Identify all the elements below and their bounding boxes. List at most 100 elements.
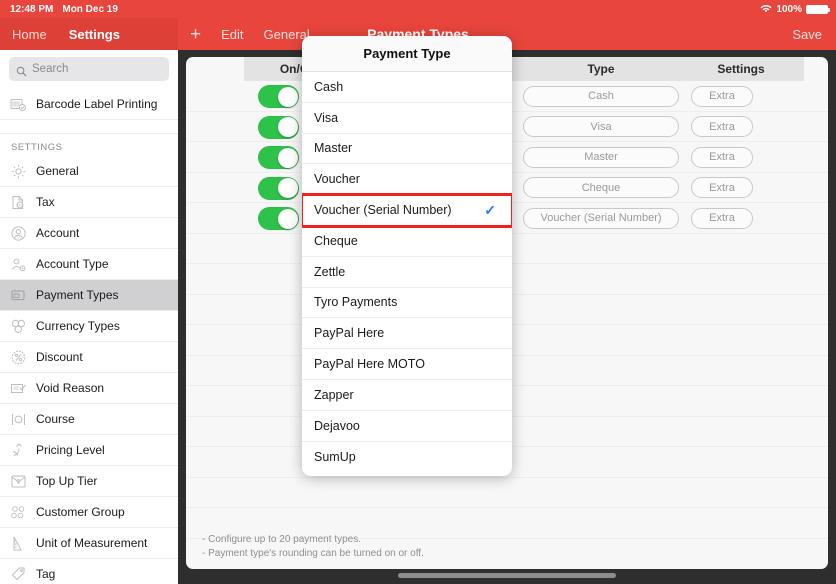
price-arrow-icon (10, 442, 27, 459)
sidebar-item-label: Barcode Label Printing (36, 97, 158, 111)
checkmark-icon: ✓ (484, 201, 496, 218)
modal-option-list: Cash Visa Master Voucher Voucher (Serial Num… (302, 72, 512, 472)
sidebar-item-top-up-tier[interactable]: $ Top Up Tier (0, 466, 178, 497)
type-button[interactable]: Master (523, 146, 679, 168)
modal-option[interactable]: PayPal Here MOTO (302, 349, 512, 380)
sidebar-item-void-reason[interactable]: Void Reason (0, 373, 178, 404)
modal-option[interactable]: Master (302, 134, 512, 165)
sidebar-item-label: Account (36, 226, 80, 240)
save-button[interactable]: Save (792, 18, 822, 50)
coins-icon (10, 318, 27, 335)
modal-option[interactable]: PayPal Here (302, 318, 512, 350)
modal-option[interactable]: Cheque (302, 226, 512, 257)
settings-extra-label: Extra (691, 207, 753, 229)
onoff-toggle[interactable] (258, 146, 299, 169)
modal-option[interactable]: Voucher (302, 164, 512, 196)
modal-option[interactable]: Voucher (Serial Number) ✓ (302, 193, 512, 228)
modal-option[interactable]: Zettle (302, 257, 512, 288)
sidebar-item-label: Account Type (36, 257, 109, 271)
onoff-toggle[interactable] (258, 115, 299, 139)
modal-option[interactable]: Zapper (302, 380, 512, 411)
onoff-toggle[interactable] (258, 176, 299, 200)
type-button-label: Cash (523, 85, 679, 107)
modal-option-label: PayPal Here MOTO (314, 357, 425, 372)
sidebar-item-tax[interactable]: TAX Tax (0, 187, 178, 218)
sidebar: Search Barcode Label Printing SETTINGS G… (0, 50, 178, 584)
percent-badge-icon (10, 349, 27, 366)
search-placeholder: Search (32, 63, 69, 75)
sidebar-item-customer-group[interactable]: Customer Group (0, 497, 178, 528)
type-button-label: Voucher (Serial Number) (523, 207, 679, 229)
footer-note-line-1: - Configure up to 20 payment types. (202, 534, 361, 545)
sidebar-item-pricing-level[interactable]: Pricing Level (0, 435, 178, 466)
sidebar-item-label: Payment Types (36, 288, 119, 302)
settings-extra-button[interactable]: Extra (691, 146, 753, 168)
sidebar-item-currency-types[interactable]: Currency Types (0, 311, 178, 342)
sidebar-item-account-type[interactable]: Account Type (0, 249, 178, 280)
tag-icon (10, 566, 27, 583)
settings-extra-button[interactable]: Extra (691, 116, 753, 137)
sidebar-item-tag[interactable]: Tag (0, 559, 178, 584)
sidebar-item-discount[interactable]: Discount (0, 342, 178, 373)
column-header-type: Type (587, 62, 615, 76)
sidebar-item-unit-of-measurement[interactable]: Unit of Measurement (0, 528, 178, 559)
settings-extra-button[interactable]: Extra (691, 207, 753, 229)
payment-type-modal: Payment Type Cash Visa Master Voucher Vouche… (302, 36, 512, 476)
search-input[interactable]: Search (9, 57, 169, 81)
sidebar-item-label: Discount (36, 350, 83, 364)
modal-option-label: Dejavoo (314, 418, 360, 433)
modal-option-label: Master (314, 141, 353, 156)
barcode-label-icon (10, 96, 27, 113)
settings-extra-button[interactable]: Extra (691, 177, 753, 198)
modal-option[interactable]: Visa (302, 103, 512, 134)
type-button[interactable]: Cash (523, 85, 679, 107)
credit-card-icon (10, 287, 27, 304)
status-time: 12:48 PM (10, 3, 54, 15)
people-group-icon (10, 504, 27, 521)
nav-settings-title: Settings (68, 26, 120, 42)
type-button[interactable]: Cheque (523, 177, 679, 198)
modal-option-label: Cash (314, 79, 344, 94)
sidebar-item-general[interactable]: General (0, 156, 178, 187)
plus-icon[interactable]: + (190, 25, 201, 44)
status-date: Mon Dec 19 (62, 3, 118, 15)
sidebar-item-barcode-label-printing[interactable]: Barcode Label Printing (0, 89, 178, 120)
sidebar-item-label: Tax (36, 195, 55, 209)
modal-option[interactable]: Dejavoo (302, 411, 512, 442)
nav-home-button[interactable]: Home (12, 27, 47, 42)
ruler-icon (10, 535, 27, 552)
person-gear-icon (10, 256, 27, 273)
modal-option[interactable]: Cash (302, 72, 512, 103)
modal-option-label: SumUp (314, 449, 356, 464)
search-icon (16, 64, 27, 76)
type-button-label: Visa (523, 116, 679, 137)
sidebar-item-course[interactable]: Course (0, 404, 178, 435)
sidebar-spacer (0, 120, 178, 134)
nav-toolbar: + Edit General (190, 18, 310, 50)
sidebar-item-payment-types[interactable]: Payment Types (0, 280, 178, 311)
edit-button[interactable]: Edit (221, 27, 243, 42)
modal-option[interactable]: Tyro Payments (302, 288, 512, 319)
type-button[interactable]: Visa (523, 116, 679, 137)
sidebar-item-account[interactable]: Account (0, 218, 178, 249)
type-button-label: Master (523, 146, 679, 168)
modal-option-label: Zettle (314, 264, 346, 279)
modal-title: Payment Type (302, 36, 512, 72)
modal-option-label: PayPal Here (314, 326, 385, 341)
modal-option-label: Voucher (Serial Number) (314, 203, 452, 218)
type-button[interactable]: Voucher (Serial Number) (523, 207, 679, 229)
sidebar-item-label: Course (36, 412, 75, 426)
type-button-label: Cheque (523, 177, 679, 198)
sidebar-section-header: SETTINGS (0, 134, 178, 156)
nav-sidebar-segment: Home Settings (0, 18, 178, 50)
status-bar: 12:48 PM Mon Dec 19 100% (0, 0, 836, 18)
status-bar-right: 100% (760, 4, 830, 15)
wifi-icon (760, 4, 772, 14)
footer-note-line-2: - Payment type's rounding can be turned … (202, 548, 424, 559)
footer-note: - Configure up to 20 payment types. - Pa… (202, 533, 424, 561)
onoff-toggle[interactable] (258, 85, 299, 108)
cutlery-icon (10, 411, 27, 428)
settings-extra-button[interactable]: Extra (691, 85, 753, 107)
onoff-toggle[interactable] (258, 207, 299, 230)
modal-option[interactable]: SumUp (302, 442, 512, 473)
